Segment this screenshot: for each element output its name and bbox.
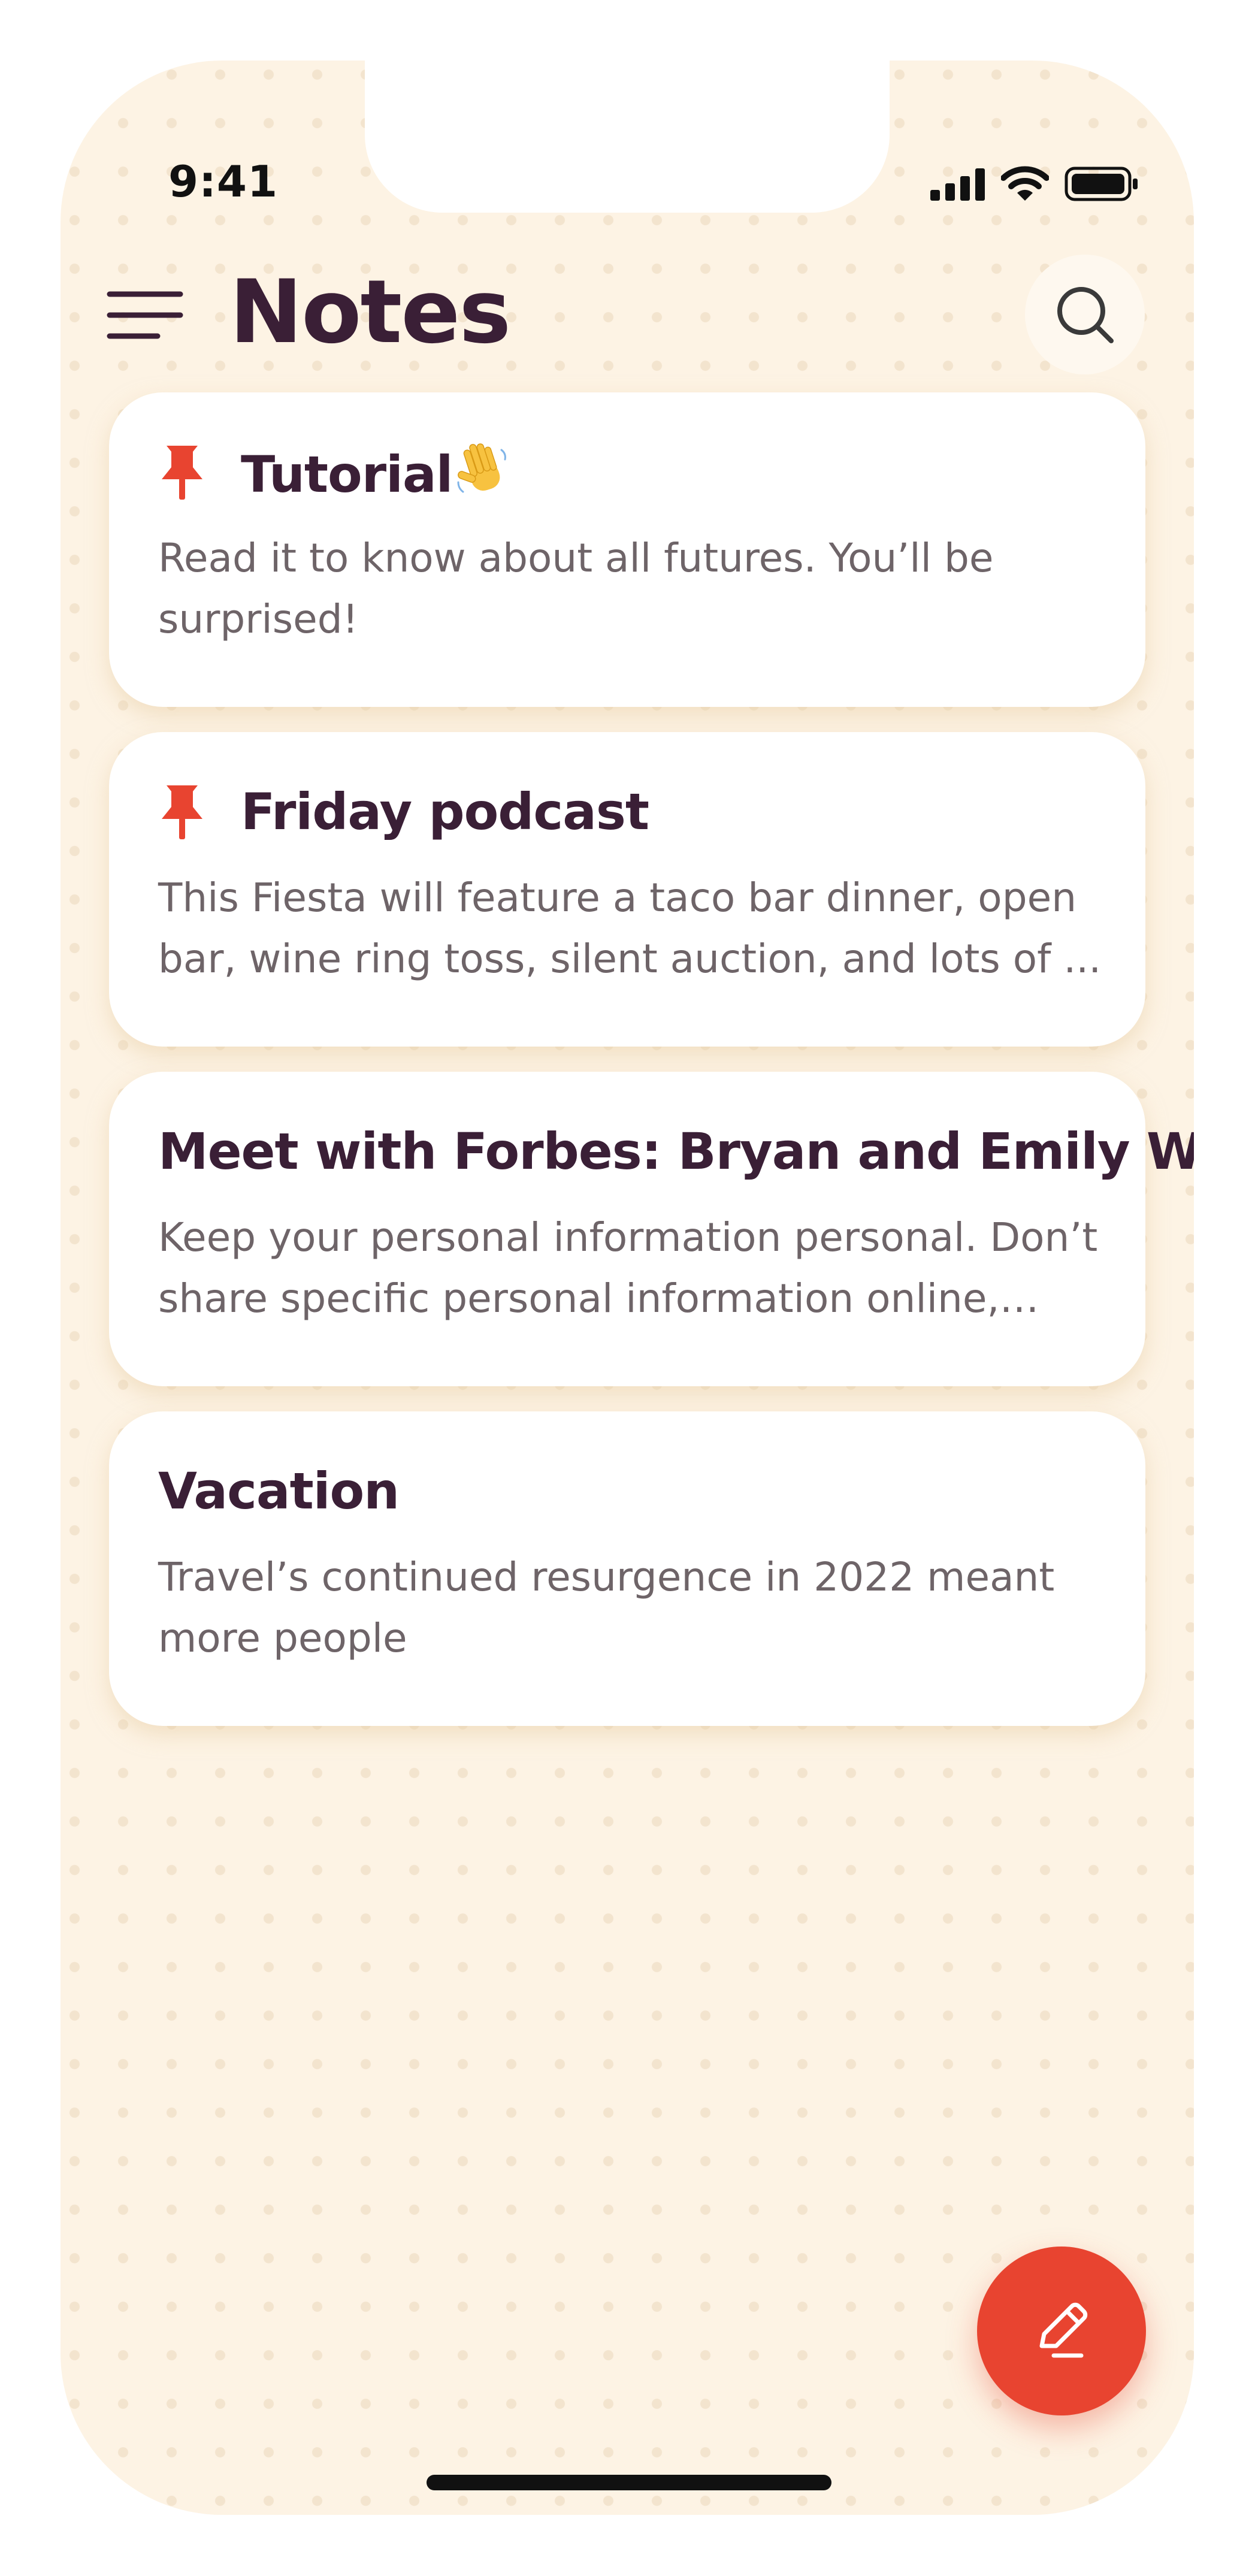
status-time: 9:41 [168, 156, 279, 207]
wifi-icon [1001, 166, 1049, 201]
note-header: Tutorial [158, 439, 1096, 505]
compose-note-button[interactable] [977, 2247, 1146, 2415]
note-snippet: Keep your personal information personal.… [158, 1214, 1098, 1322]
battery-icon [1065, 167, 1138, 201]
note-card[interactable]: Vacation Travel’s continued resurgence i… [109, 1411, 1145, 1726]
note-title: Meet with Forbes: Bryan and Emily W... [158, 1122, 1194, 1181]
note-header: Meet with Forbes: Bryan and Emily W... [158, 1118, 1194, 1184]
device-notch [365, 61, 890, 213]
search-button[interactable] [1025, 255, 1145, 374]
note-title-text: Tutorial [241, 445, 453, 504]
pin-icon [162, 785, 202, 839]
page-title: Notes [229, 261, 511, 363]
note-snippet: Travel’s continued resurgence in 2022 me… [158, 1554, 1055, 1661]
note-header: Vacation [158, 1458, 1096, 1524]
note-card[interactable]: Tutorial Read it to know about all futur… [109, 392, 1145, 707]
note-card[interactable]: Meet with Forbes: Bryan and Emily W... K… [109, 1072, 1194, 1386]
pencil-icon [1039, 2302, 1088, 2358]
pin-icon [162, 446, 202, 500]
home-indicator[interactable] [427, 2475, 831, 2490]
note-title: Tutorial [241, 440, 511, 504]
phone-screen: 9:41 Notes Tutorial Read it to know abou… [61, 61, 1194, 2515]
status-icons [930, 166, 1140, 202]
note-header: Friday podcast [158, 779, 1096, 845]
notes-list: Tutorial Read it to know about all futur… [109, 392, 1194, 1751]
waving-hand-emoji-icon [457, 443, 507, 493]
hamburger-menu-icon[interactable] [106, 288, 184, 342]
note-snippet: This Fiesta will feature a taco bar dinn… [158, 875, 1102, 982]
note-title: Friday podcast [241, 782, 649, 841]
note-title: Vacation [158, 1462, 400, 1520]
note-snippet: Read it to know about all futures. You’l… [158, 535, 994, 642]
cellular-signal-icon [930, 168, 985, 201]
search-icon [1057, 287, 1114, 343]
note-card[interactable]: Friday podcast This Fiesta will feature … [109, 732, 1145, 1047]
